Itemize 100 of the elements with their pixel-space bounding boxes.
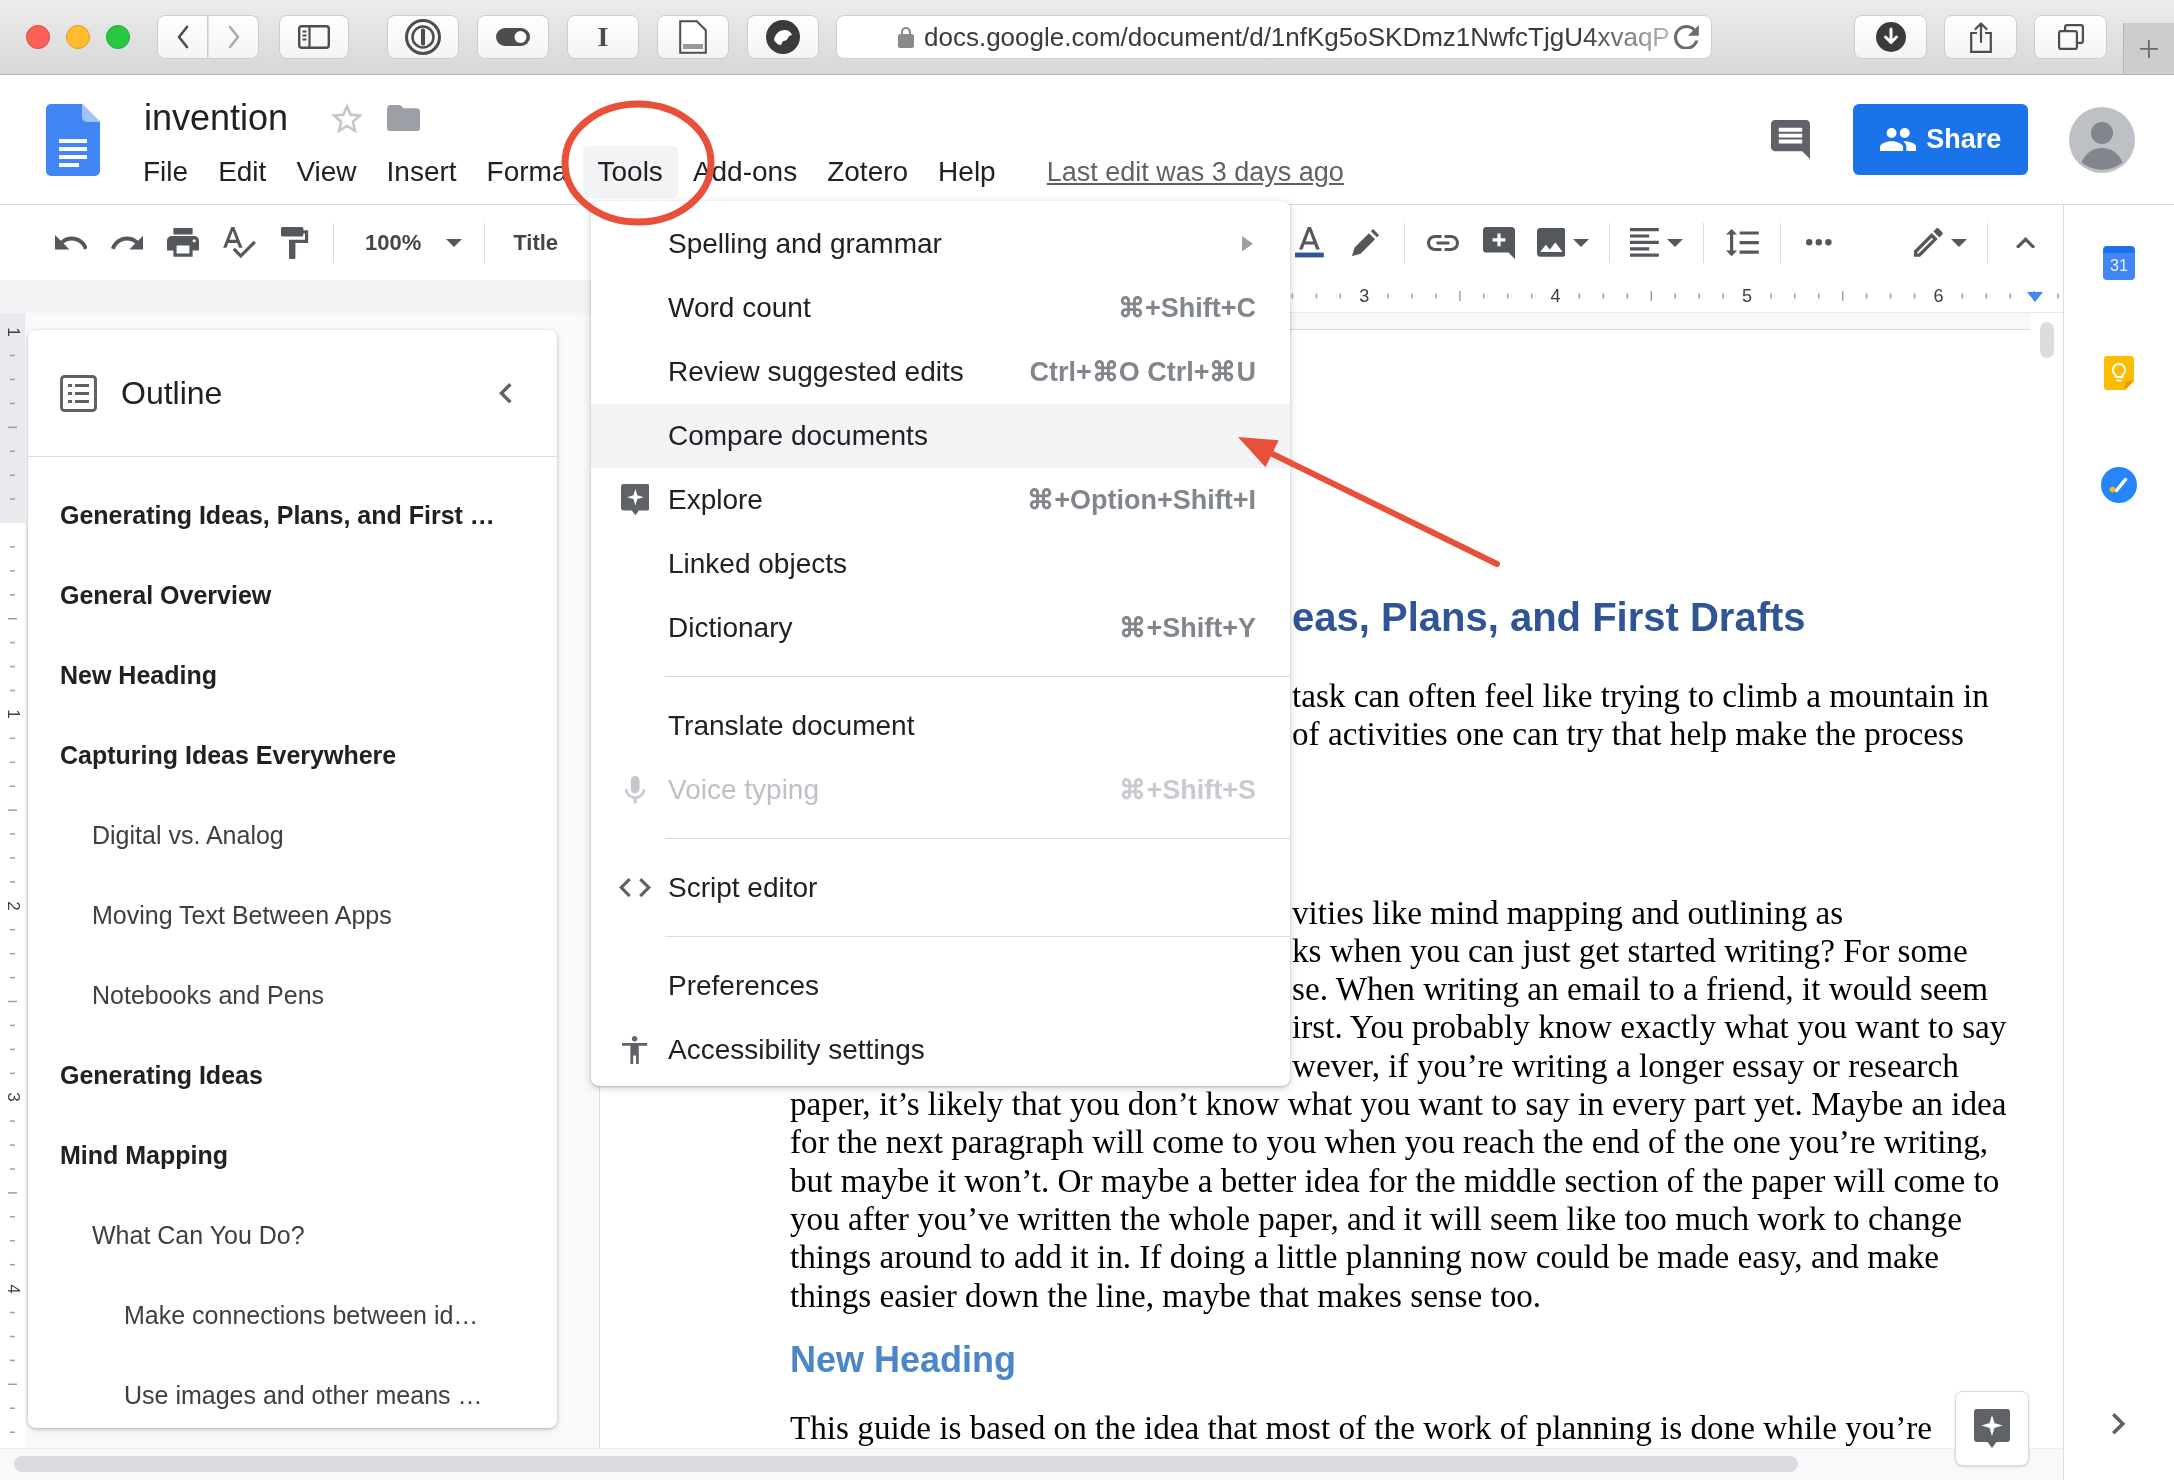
checkmark-circle-icon[interactable] <box>2101 467 2137 503</box>
share-button[interactable]: Share <box>1853 104 2028 175</box>
menu-item[interactable]: Dictionary ⌘+Shift+Y <box>591 596 1290 660</box>
paragraph-text: paper, it’s likely that you don’t know what you want to say in every part yet. Maybe an idea for the next paragraph will come to you when you reach the end of the one you’re writing, but maybe it won’t. Or maybe a better idea for the middle section of the paper will come to you after you’ve written the whole paper, and it will seem like too much work to change things around to add it in. If doing a little planning now could be made easy, and make things easier down the line, maybe that makes sense too. <box>790 1085 2007 1315</box>
scrollbar-thumb[interactable] <box>2040 322 2054 358</box>
menu-bar-item[interactable]: Help <box>923 146 1011 198</box>
ruler-number: 3 <box>1359 285 1370 307</box>
menu-item[interactable]: Preferences <box>591 954 1290 1018</box>
lock-icon <box>898 26 914 48</box>
address-field[interactable]: docs.google.com/document/d/1nfKg5oSKDmz1NwfcTjgU4xvaqP <box>836 15 1712 59</box>
share-sheet-button[interactable] <box>1944 15 2017 59</box>
round-emblem-icon <box>766 20 800 54</box>
extension-button[interactable] <box>657 15 729 59</box>
outline-item[interactable]: Use images and other means … <box>124 1377 483 1415</box>
menu-bar-item[interactable]: Insert <box>371 146 472 198</box>
menu-bar-item[interactable]: View <box>281 146 372 198</box>
microphone-icon <box>624 776 646 804</box>
chevron-up-icon[interactable] <box>2016 236 2036 249</box>
comments-icon[interactable] <box>1771 120 1810 159</box>
zoom-dropdown[interactable]: 100% <box>348 218 471 267</box>
outline-item[interactable]: Digital vs. Analog <box>92 817 284 855</box>
extension-button[interactable] <box>387 15 459 59</box>
outline-item[interactable]: Generating Ideas, Plans, and First … <box>60 497 495 535</box>
outline-item[interactable]: Moving Text Between Apps <box>92 897 392 935</box>
last-edit-link[interactable]: Last edit was 3 days ago <box>1046 151 1344 193</box>
horizontal-scrollbar[interactable] <box>0 1448 2063 1480</box>
align-left-icon[interactable] <box>1630 228 1660 257</box>
image-icon[interactable] <box>1536 228 1566 257</box>
outline-item[interactable]: Generating Ideas <box>60 1057 263 1095</box>
outline-list-icon <box>60 374 97 412</box>
document-logo-icon[interactable] <box>46 104 100 176</box>
panel-title: Outline <box>121 374 223 413</box>
explore-button[interactable] <box>1955 1391 2029 1466</box>
accessibility-icon <box>622 1036 648 1064</box>
menu-bar-item[interactable]: Edit <box>203 146 282 198</box>
scrollbar-thumb[interactable] <box>14 1456 1798 1472</box>
redo-icon[interactable] <box>110 235 144 250</box>
extension-button[interactable] <box>477 15 549 59</box>
menu-item[interactable]: Spelling and grammar <box>591 212 1290 276</box>
close-window-icon[interactable] <box>26 25 50 49</box>
ruler-number: 5 <box>1742 285 1752 307</box>
undo-icon[interactable] <box>55 235 87 250</box>
ring-icon <box>405 19 441 55</box>
menu-item[interactable]: Review suggested edits Ctrl+⌘O Ctrl+⌘U <box>591 340 1290 404</box>
ruler-number: 4 <box>2 1283 23 1294</box>
spellcheck-icon[interactable] <box>222 226 256 259</box>
highlighter-icon[interactable] <box>1352 228 1380 257</box>
menu-item[interactable]: Explore ⌘+Option+Shift+I <box>591 468 1290 532</box>
sidebar-button[interactable] <box>279 15 349 59</box>
menu-item[interactable]: Word count ⌘+Shift+C <box>591 276 1290 340</box>
extension-button[interactable] <box>747 15 819 59</box>
document-heading: eas, Plans, and First Drafts <box>1292 594 1806 641</box>
menu-item[interactable]: Script editor <box>591 856 1290 920</box>
ruler-number: 3 <box>2 1092 23 1102</box>
download-icon <box>1875 22 1906 52</box>
outline-item[interactable]: What Can You Do? <box>92 1217 305 1255</box>
pencil-icon[interactable] <box>1914 228 1943 257</box>
outline-item[interactable]: New Heading <box>60 657 217 695</box>
menu-bar-item[interactable]: Tools <box>582 146 678 198</box>
caret-icon[interactable] <box>1667 238 1684 247</box>
caret-icon[interactable] <box>1951 238 1967 247</box>
outline-item[interactable]: General Overview <box>60 577 272 615</box>
download-button[interactable] <box>1854 15 1927 59</box>
avatar-icon[interactable] <box>2069 106 2135 173</box>
sparkle-icon <box>620 484 650 516</box>
text-color-icon[interactable] <box>1295 227 1324 258</box>
style-dropdown[interactable]: Title <box>499 218 573 267</box>
line-spacing-icon[interactable] <box>1725 228 1759 257</box>
tab-overview-button[interactable] <box>2034 15 2107 59</box>
menu-item[interactable]: Translate document <box>591 694 1290 758</box>
toggle-icon <box>496 28 530 46</box>
indent-marker-icon[interactable] <box>2027 292 2043 302</box>
outline-item[interactable]: Mind Mapping <box>60 1137 229 1175</box>
print-icon[interactable] <box>167 228 199 257</box>
add-comment-icon[interactable] <box>1482 226 1515 259</box>
star-icon[interactable] <box>331 102 364 134</box>
outline-item[interactable]: Make connections between id… <box>124 1297 479 1335</box>
extension-button[interactable]: I <box>567 15 639 59</box>
paragraph-text: task can often feel like trying to climb a mountain in of activities one can try that help make the process <box>1292 677 1989 754</box>
outline-item[interactable]: Notebooks and Pens <box>92 977 325 1015</box>
paint-format-icon[interactable] <box>281 226 309 259</box>
outline-item[interactable]: Capturing Ideas Everywhere <box>60 737 397 775</box>
document-title[interactable]: invention <box>144 96 289 140</box>
ruler-number: 2 <box>2 901 23 911</box>
menu-bar-item[interactable]: File <box>128 146 204 198</box>
reload-icon[interactable] <box>1674 24 1699 50</box>
chevron-right-icon[interactable] <box>2112 1413 2126 1435</box>
menu-item[interactable]: Compare documents <box>591 404 1290 468</box>
paragraph-text: This guide is based on the idea that most of the work of planning is done while you’re <box>790 1408 1932 1448</box>
menu-item[interactable]: Linked objects <box>591 532 1290 596</box>
menu-bar-item[interactable]: Zotero <box>812 146 924 198</box>
back-button[interactable] <box>157 15 208 59</box>
more-options-icon[interactable] <box>1806 239 1832 246</box>
caret-icon[interactable] <box>1573 238 1590 247</box>
link-icon[interactable] <box>1426 234 1459 251</box>
ruler-number: 1 <box>2 709 23 720</box>
sparkle-icon <box>1974 1409 2010 1448</box>
folder-icon[interactable] <box>387 104 421 132</box>
menu-item[interactable]: Accessibility settings <box>591 1018 1290 1082</box>
chevron-left-icon[interactable] <box>499 382 512 404</box>
